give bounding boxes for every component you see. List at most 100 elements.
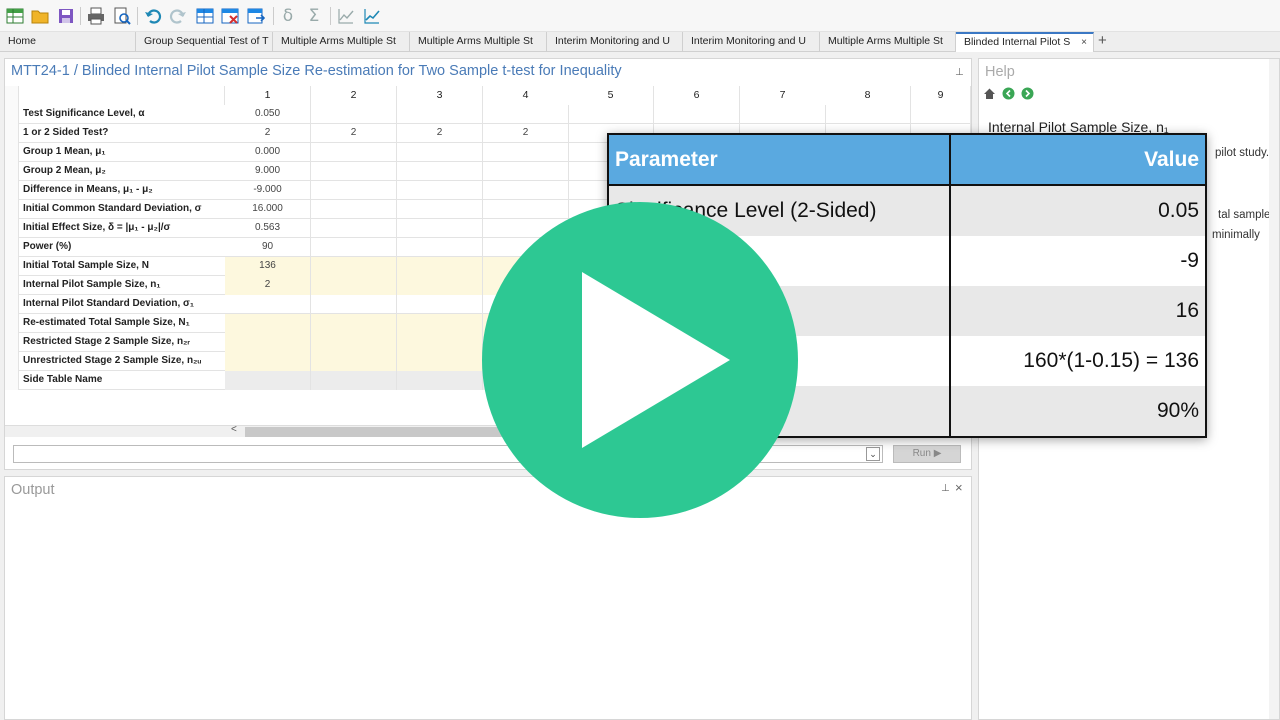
row-header[interactable] xyxy=(5,276,19,295)
print-preview-icon[interactable] xyxy=(112,6,132,26)
grid-cell[interactable]: 2 xyxy=(225,276,311,295)
row-header[interactable] xyxy=(5,124,19,143)
tab-document[interactable]: Multiple Arms Multiple St xyxy=(273,32,410,52)
grid-cell[interactable] xyxy=(311,162,397,181)
grid-cell[interactable] xyxy=(483,105,569,124)
tab-document[interactable]: Multiple Arms Multiple St xyxy=(820,32,956,52)
row-header[interactable] xyxy=(5,352,19,371)
grid-cell[interactable] xyxy=(311,219,397,238)
grid-cell[interactable] xyxy=(397,238,483,257)
grid-cell[interactable]: 2 xyxy=(397,124,483,143)
run-button[interactable]: Run ▶ xyxy=(893,445,961,463)
grid-cell[interactable] xyxy=(397,257,483,276)
scroll-left-icon[interactable]: < xyxy=(231,424,237,435)
grid-cell[interactable] xyxy=(397,105,483,124)
grid-cell[interactable] xyxy=(397,295,483,314)
back-icon[interactable] xyxy=(1002,87,1015,100)
row-header[interactable] xyxy=(5,371,19,390)
pin-icon[interactable]: ⊥ xyxy=(955,67,964,78)
grid-cell[interactable] xyxy=(311,143,397,162)
grid-cell[interactable] xyxy=(483,181,569,200)
tab-active-document[interactable]: Blinded Internal Pilot S × xyxy=(956,32,1094,52)
row-header[interactable] xyxy=(5,314,19,333)
grid-cell[interactable]: 2 xyxy=(225,124,311,143)
row-header[interactable] xyxy=(5,219,19,238)
grid-cell[interactable] xyxy=(397,200,483,219)
row-header[interactable] xyxy=(5,333,19,352)
grid-cell[interactable] xyxy=(397,162,483,181)
grid-cell[interactable]: 2 xyxy=(483,124,569,143)
open-folder-icon[interactable] xyxy=(30,6,50,26)
grid-cell[interactable] xyxy=(311,314,397,333)
grid-cell[interactable] xyxy=(825,105,911,124)
tab-document[interactable]: Interim Monitoring and U xyxy=(547,32,683,52)
grid-cell[interactable] xyxy=(397,371,483,390)
grid-cell[interactable] xyxy=(397,352,483,371)
pin-icon[interactable]: ⊥ xyxy=(941,483,950,494)
row-header[interactable] xyxy=(5,162,19,181)
home-icon[interactable] xyxy=(983,87,996,100)
delete-table-icon[interactable] xyxy=(220,6,240,26)
grid-cell[interactable] xyxy=(397,276,483,295)
grid-cell[interactable] xyxy=(483,162,569,181)
grid-cell[interactable] xyxy=(225,295,311,314)
close-icon[interactable]: × xyxy=(1081,34,1087,51)
print-icon[interactable] xyxy=(86,6,106,26)
grid-cell[interactable] xyxy=(311,105,397,124)
grid-cell[interactable] xyxy=(311,276,397,295)
grid-cell[interactable] xyxy=(225,352,311,371)
grid-cell[interactable]: 0.563 xyxy=(225,219,311,238)
save-icon[interactable] xyxy=(56,6,76,26)
grid-cell[interactable]: 90 xyxy=(225,238,311,257)
area-chart-icon[interactable] xyxy=(362,6,382,26)
grid-cell[interactable] xyxy=(311,238,397,257)
chevron-down-icon[interactable]: ⌄ xyxy=(866,447,880,461)
grid-cell[interactable] xyxy=(483,200,569,219)
grid-cell[interactable] xyxy=(225,371,311,390)
grid-cell[interactable]: 136 xyxy=(225,257,311,276)
grid-cell[interactable] xyxy=(311,333,397,352)
tab-document[interactable]: Interim Monitoring and U xyxy=(683,32,820,52)
grid-cell[interactable] xyxy=(397,143,483,162)
tab-home[interactable]: Home xyxy=(0,32,136,52)
grid-cell[interactable] xyxy=(397,219,483,238)
tab-document[interactable]: Group Sequential Test of T xyxy=(136,32,273,52)
row-header[interactable] xyxy=(5,238,19,257)
grid-cell[interactable]: 2 xyxy=(311,124,397,143)
row-header[interactable] xyxy=(5,181,19,200)
grid-cell[interactable] xyxy=(311,200,397,219)
grid-cell[interactable]: 16.000 xyxy=(225,200,311,219)
grid-cell[interactable] xyxy=(397,333,483,352)
table-icon[interactable] xyxy=(5,6,25,26)
row-header[interactable] xyxy=(5,105,19,124)
play-button[interactable] xyxy=(482,202,798,518)
row-header[interactable] xyxy=(5,143,19,162)
grid-cell[interactable] xyxy=(483,143,569,162)
add-tab-button[interactable]: + xyxy=(1098,32,1107,50)
grid-cell[interactable] xyxy=(654,105,740,124)
grid-cell[interactable] xyxy=(311,181,397,200)
grid-cell[interactable] xyxy=(311,295,397,314)
close-icon[interactable]: × xyxy=(955,480,963,495)
sigma-icon[interactable]: Σ xyxy=(304,6,324,26)
grid-cell[interactable]: 9.000 xyxy=(225,162,311,181)
grid-cell[interactable] xyxy=(911,105,971,124)
redo-icon[interactable] xyxy=(168,6,188,26)
row-header[interactable] xyxy=(5,200,19,219)
grid-cell[interactable] xyxy=(568,105,654,124)
help-scrollbar[interactable] xyxy=(1269,59,1279,719)
export-table-icon[interactable] xyxy=(246,6,266,26)
undo-icon[interactable] xyxy=(143,6,163,26)
grid-cell[interactable] xyxy=(311,257,397,276)
grid-cell[interactable] xyxy=(397,181,483,200)
line-chart-icon[interactable] xyxy=(336,6,356,26)
grid-cell[interactable] xyxy=(740,105,826,124)
grid-cell[interactable]: 0.000 xyxy=(225,143,311,162)
grid-cell[interactable] xyxy=(311,352,397,371)
insert-table-icon[interactable] xyxy=(195,6,215,26)
grid-cell[interactable] xyxy=(311,371,397,390)
grid-cell[interactable]: 0.050 xyxy=(225,105,311,124)
row-header[interactable] xyxy=(5,257,19,276)
delta-icon[interactable]: δ xyxy=(278,6,298,26)
grid-cell[interactable] xyxy=(225,314,311,333)
